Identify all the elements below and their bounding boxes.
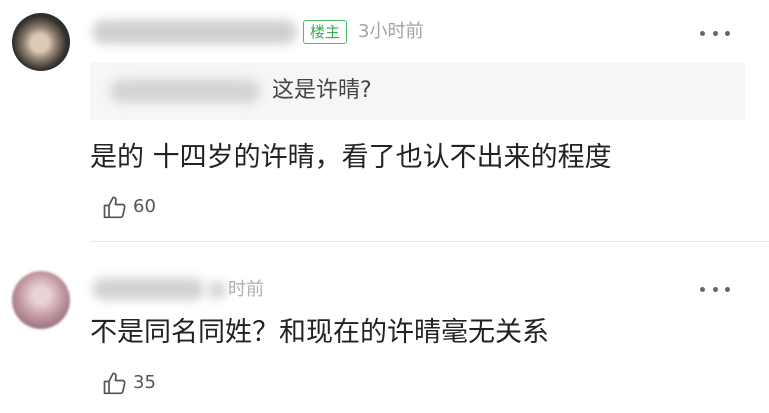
more-icon[interactable] xyxy=(700,29,730,37)
time-prefix-blurred xyxy=(207,281,227,299)
comment-text: 不是同名同姓？和现在的许晴毫无关系 xyxy=(90,317,549,348)
divider xyxy=(90,241,769,242)
quoted-text: 这是许晴? xyxy=(272,78,372,103)
thumbs-up-icon xyxy=(103,372,126,395)
comment-time: 3小时前 xyxy=(358,21,424,42)
avatar[interactable] xyxy=(12,271,70,329)
username-blurred[interactable] xyxy=(92,278,204,300)
comment-text: 是的 十四岁的许晴，看了也认不出来的程度 xyxy=(90,142,612,173)
like-count: 60 xyxy=(133,196,156,217)
username-blurred[interactable] xyxy=(92,20,297,44)
comment-thread: 楼主 3小时前 这是许晴? 是的 十四岁的许晴，看了也认不出来的程度 60 时前… xyxy=(0,0,769,413)
comment-time: 时前 xyxy=(228,279,264,300)
like-count: 35 xyxy=(133,372,156,393)
more-icon[interactable] xyxy=(700,285,730,293)
op-badge: 楼主 xyxy=(303,20,347,44)
avatar[interactable] xyxy=(12,13,70,71)
like-button[interactable]: 35 xyxy=(100,369,156,397)
quoted-username-blurred xyxy=(110,79,260,103)
quoted-reply[interactable]: 这是许晴? xyxy=(90,62,745,120)
thumbs-up-icon xyxy=(103,196,126,219)
like-button[interactable]: 60 xyxy=(100,193,156,221)
